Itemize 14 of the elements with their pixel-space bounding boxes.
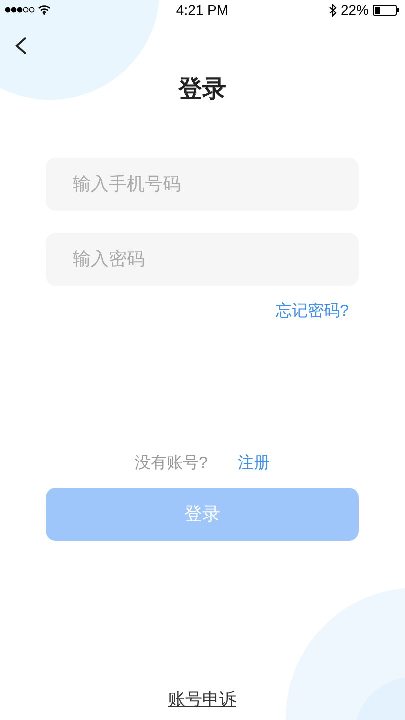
input-field[interactable]: 输入密码 [46,233,359,286]
status-time: 4:21 PM [176,0,229,20]
page-title: 登录 [178,75,226,105]
back-icon[interactable] [14,36,28,56]
input-field[interactable]: 输入手机号码 [46,158,359,211]
signal-icon [5,6,35,14]
account-appeal-link[interactable]: 账号申诉 [168,686,236,712]
forgot-password-link[interactable]: 忘记密码? [276,300,349,324]
wifi-icon [38,5,51,15]
register-link[interactable]: 注册 [238,452,270,476]
battery-icon [372,4,400,16]
bluetooth-icon [328,4,337,16]
battery-percent: 22% [340,0,369,20]
signup-prompt: 没有账号? [135,454,208,474]
